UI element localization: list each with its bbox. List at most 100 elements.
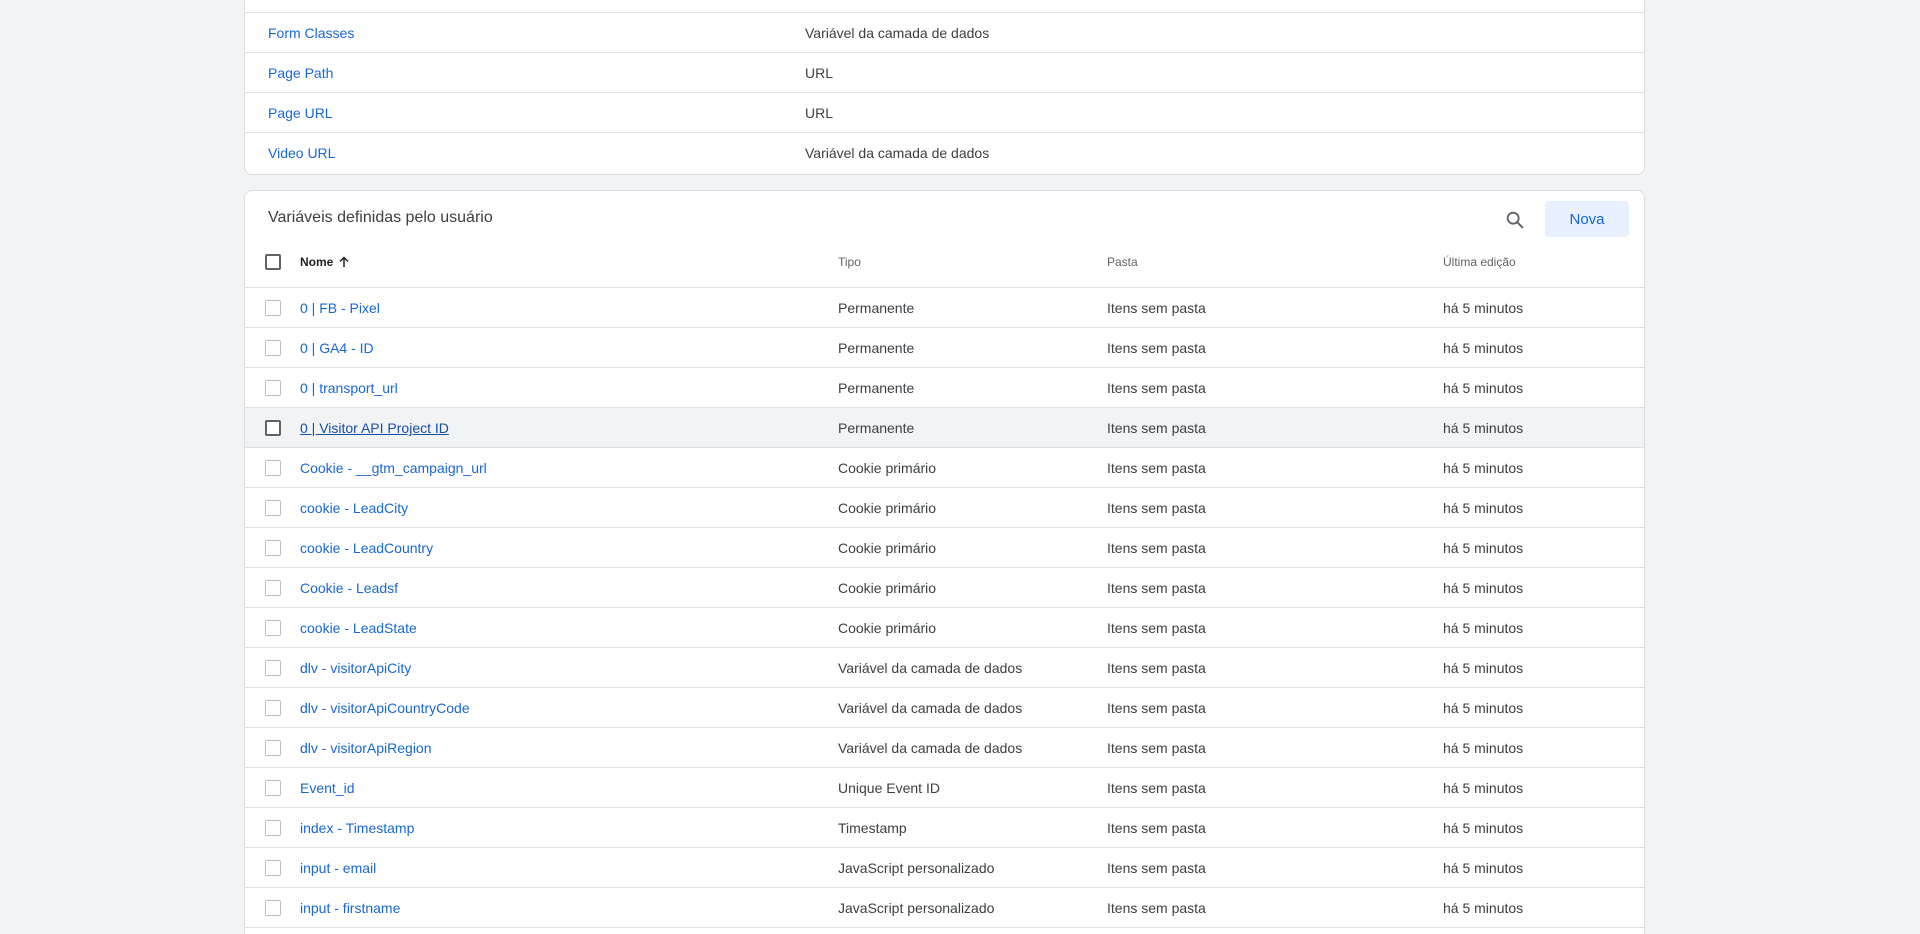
row-checkbox[interactable] — [265, 820, 281, 836]
table-row[interactable]: input - firstname JavaScript personaliza… — [245, 887, 1644, 927]
row-checkbox[interactable] — [265, 740, 281, 756]
variable-folder: Itens sem pasta — [1107, 820, 1206, 836]
table-row[interactable]: Event_id Unique Event ID Itens sem pasta… — [245, 767, 1644, 807]
variable-last-edit: há 5 minutos — [1443, 740, 1524, 756]
variable-folder: Itens sem pasta — [1107, 740, 1206, 756]
builtin-row[interactable]: Video URL Variável da camada de dados — [245, 132, 1644, 172]
row-checkbox[interactable] — [265, 620, 281, 636]
variable-last-edit: há 5 minutos — [1443, 700, 1524, 716]
column-header-name-label: Nome — [300, 255, 334, 269]
variable-type: Permanente — [838, 340, 915, 356]
variable-name-link[interactable]: input - firstname — [300, 888, 400, 928]
arrow-up-icon — [339, 256, 349, 267]
variable-name-link[interactable]: index - Timestamp — [300, 808, 414, 848]
variable-folder: Itens sem pasta — [1107, 660, 1206, 676]
variable-last-edit: há 5 minutos — [1443, 820, 1524, 836]
variable-type: Timestamp — [838, 820, 907, 836]
row-checkbox[interactable] — [265, 540, 281, 556]
variable-folder: Itens sem pasta — [1107, 620, 1206, 636]
variable-last-edit: há 5 minutos — [1443, 860, 1524, 876]
variable-folder: Itens sem pasta — [1107, 700, 1206, 716]
column-header-type[interactable]: Tipo — [838, 246, 861, 278]
variable-name-link[interactable]: cookie - LeadState — [300, 608, 417, 648]
variable-folder: Itens sem pasta — [1107, 780, 1206, 796]
variable-last-edit: há 5 minutos — [1443, 780, 1524, 796]
builtin-variable-type: Variável da camada de dados — [805, 145, 990, 161]
table-row[interactable]: cookie - LeadState Cookie primário Itens… — [245, 607, 1644, 647]
table-row[interactable]: 0 | GA4 - ID Permanente Itens sem pasta … — [245, 327, 1644, 367]
variable-name-link[interactable]: cookie - LeadCity — [300, 488, 408, 528]
table-row[interactable]: 0 | FB - Pixel Permanente Itens sem past… — [245, 287, 1644, 327]
variable-last-edit: há 5 minutos — [1443, 300, 1524, 316]
table-row[interactable]: dlv - visitorApiCity Variável da camada … — [245, 647, 1644, 687]
table-row[interactable]: 0 | Visitor API Project ID Permanente It… — [245, 407, 1644, 447]
variable-folder: Itens sem pasta — [1107, 540, 1206, 556]
row-checkbox[interactable] — [265, 500, 281, 516]
variable-name-link[interactable]: dlv - visitorApiRegion — [300, 728, 432, 768]
table-row[interactable]: input - email JavaScript personalizado I… — [245, 847, 1644, 887]
table-row[interactable]: Cookie - __gtm_campaign_url Cookie primá… — [245, 447, 1644, 487]
builtin-row[interactable]: Form Classes Variável da camada de dados — [245, 12, 1644, 52]
variable-name-link[interactable]: 0 | transport_url — [300, 368, 398, 408]
variable-last-edit: há 5 minutos — [1443, 420, 1524, 436]
builtin-variable-type: URL — [805, 105, 834, 121]
row-checkbox[interactable] — [265, 660, 281, 676]
variable-type: Variável da camada de dados — [838, 700, 1023, 716]
table-row[interactable]: cookie - LeadCountry Cookie primário Ite… — [245, 527, 1644, 567]
variable-folder: Itens sem pasta — [1107, 460, 1206, 476]
variable-folder: Itens sem pasta — [1107, 300, 1206, 316]
row-checkbox[interactable] — [265, 340, 281, 356]
select-all-checkbox[interactable] — [265, 254, 281, 270]
variable-type: Cookie primário — [838, 620, 937, 636]
variable-name-link[interactable]: dlv - visitorApiCountryCode — [300, 688, 470, 728]
row-checkbox[interactable] — [265, 860, 281, 876]
column-header-name[interactable]: Nome — [300, 246, 350, 278]
table-row[interactable]: cookie - LeadCity Cookie primário Itens … — [245, 487, 1644, 527]
variable-folder: Itens sem pasta — [1107, 900, 1206, 916]
row-checkbox[interactable] — [265, 700, 281, 716]
search-icon — [1506, 211, 1524, 229]
variable-name-link[interactable]: Cookie - __gtm_campaign_url — [300, 448, 487, 488]
variable-name-link[interactable]: cookie - LeadCountry — [300, 528, 433, 568]
variable-name-link[interactable]: 0 | FB - Pixel — [300, 288, 380, 328]
table-row[interactable]: index - Timestamp Timestamp Itens sem pa… — [245, 807, 1644, 847]
row-checkbox[interactable] — [265, 420, 281, 436]
row-checkbox[interactable] — [265, 580, 281, 596]
variable-name-link[interactable]: 0 | Visitor API Project ID — [300, 408, 449, 448]
new-variable-button[interactable]: Nova — [1545, 201, 1629, 237]
row-checkbox[interactable] — [265, 460, 281, 476]
builtin-variable-name[interactable]: Page URL — [268, 93, 333, 133]
variable-name-link[interactable]: dlv - visitorApiCity — [300, 648, 411, 688]
row-checkbox[interactable] — [265, 900, 281, 916]
variable-type: Cookie primário — [838, 460, 937, 476]
builtin-variable-type: URL — [805, 65, 834, 81]
row-checkbox[interactable] — [265, 300, 281, 316]
builtin-row[interactable]: Page Path URL — [245, 52, 1644, 92]
table-row[interactable]: Cookie - Leadsf Cookie primário Itens se… — [245, 567, 1644, 607]
table-row[interactable]: 0 | transport_url Permanente Itens sem p… — [245, 367, 1644, 407]
variable-type: Cookie primário — [838, 500, 937, 516]
column-header-folder[interactable]: Pasta — [1107, 246, 1138, 278]
variable-last-edit: há 5 minutos — [1443, 900, 1524, 916]
variable-name-link[interactable]: Cookie - Leadsf — [300, 568, 398, 608]
variable-folder: Itens sem pasta — [1107, 500, 1206, 516]
variable-folder: Itens sem pasta — [1107, 380, 1206, 396]
variable-name-link[interactable]: 0 | GA4 - ID — [300, 328, 374, 368]
builtin-variables-card: Form Classes Variável da camada de dados… — [244, 0, 1645, 175]
builtin-variable-name[interactable]: Video URL — [268, 133, 335, 173]
card-title: Variáveis definidas pelo usuário — [268, 209, 493, 226]
variable-folder: Itens sem pasta — [1107, 420, 1206, 436]
builtin-variable-name[interactable]: Page Path — [268, 53, 333, 93]
table-row[interactable]: dlv - visitorApiCountryCode Variável da … — [245, 687, 1644, 727]
variable-last-edit: há 5 minutos — [1443, 620, 1524, 636]
row-checkbox[interactable] — [265, 380, 281, 396]
row-checkbox[interactable] — [265, 780, 281, 796]
column-header-last-edit[interactable]: Última edição — [1443, 246, 1516, 278]
variable-name-link[interactable]: input - email — [300, 848, 376, 888]
table-row — [245, 927, 1644, 934]
table-row[interactable]: dlv - visitorApiRegion Variável da camad… — [245, 727, 1644, 767]
builtin-row[interactable]: Page URL URL — [245, 92, 1644, 132]
variable-name-link[interactable]: Event_id — [300, 768, 354, 808]
builtin-variable-name[interactable]: Form Classes — [268, 13, 354, 53]
search-button[interactable] — [1500, 205, 1530, 235]
